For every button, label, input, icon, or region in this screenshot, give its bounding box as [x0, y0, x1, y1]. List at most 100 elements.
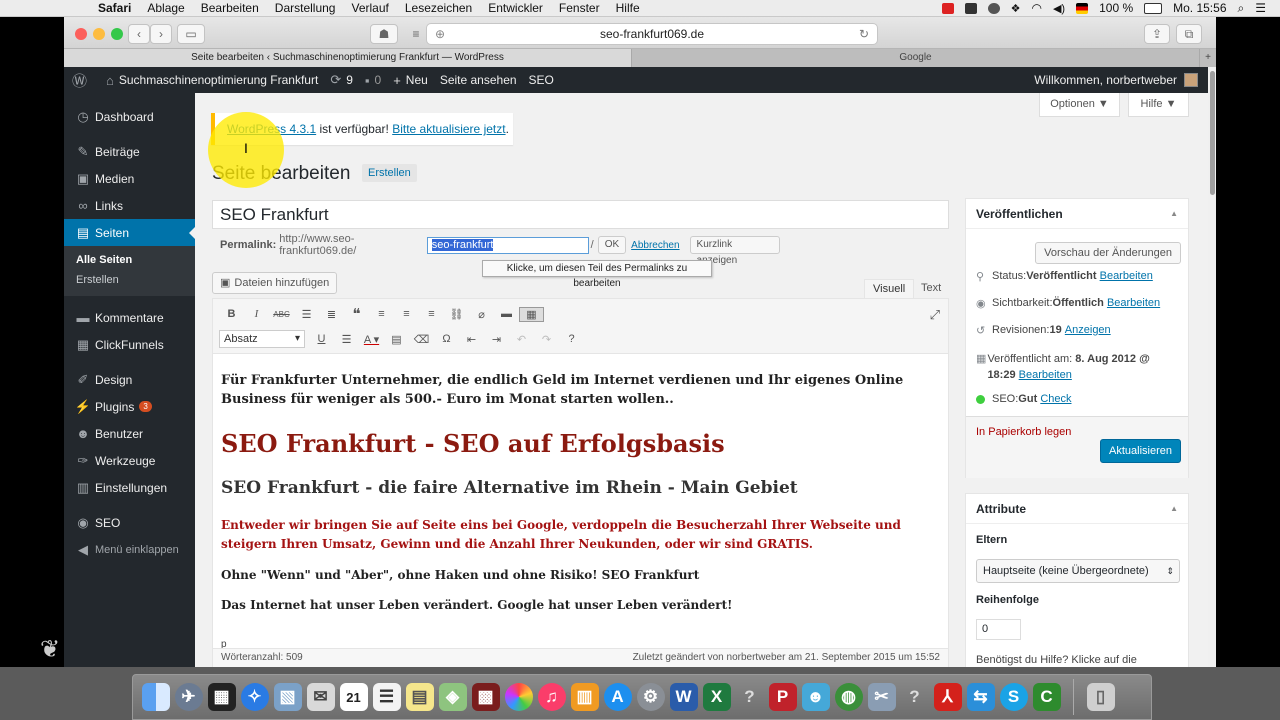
reminders-icon[interactable]: ☰ — [372, 683, 401, 711]
app-store-icon[interactable]: A — [603, 683, 632, 711]
tray-monitor-icon[interactable] — [964, 2, 977, 14]
slug-input[interactable]: seo-frankfurt — [426, 236, 589, 254]
underline-icon[interactable]: U — [309, 333, 334, 345]
blockquote-icon[interactable]: ❝ — [344, 305, 369, 323]
menu-darstellung[interactable]: Darstellung — [275, 1, 336, 15]
order-input[interactable]: 0 — [976, 619, 1021, 640]
parent-select[interactable]: Hauptseite (keine Übergeordnete) ⇕ — [976, 559, 1180, 583]
volume-icon[interactable]: ◀) — [1053, 2, 1065, 15]
sidebar-item-dashboard[interactable]: ◷ Dashboard — [64, 103, 195, 130]
unknown-app-icon-2[interactable]: ? — [901, 683, 929, 711]
submenu-all-pages[interactable]: Alle Seiten — [64, 250, 195, 270]
wifi-icon[interactable]: ◠ — [1031, 1, 1041, 15]
photo-booth-icon[interactable]: ▩ — [471, 683, 500, 711]
bullet-list-icon[interactable]: ☰ — [294, 308, 319, 321]
attributes-box-header[interactable]: Attribute ▲ — [966, 494, 1188, 524]
link-icon[interactable]: ⛓ — [444, 308, 469, 321]
wp-logo-button[interactable]: Ⓦ — [72, 70, 92, 91]
view-revisions-link[interactable]: Anzeigen — [1065, 324, 1111, 336]
unknown-app-icon[interactable]: ? — [736, 683, 764, 711]
indent-icon[interactable]: ⇥ — [484, 333, 509, 346]
align-center-icon[interactable]: ≡ — [394, 308, 419, 320]
forward-button[interactable]: › — [150, 24, 172, 44]
spotlight-icon[interactable]: ⌕ — [1238, 1, 1245, 16]
add-media-button[interactable]: ▣ Dateien hinzufügen — [212, 272, 338, 294]
edit-visibility-link[interactable]: Bearbeiten — [1107, 297, 1160, 309]
scrollbar-thumb[interactable] — [1209, 71, 1215, 195]
word-icon[interactable]: W — [669, 683, 698, 711]
ibooks-icon[interactable]: ▥ — [570, 683, 599, 711]
comments-link[interactable]: ▪ 0 — [365, 73, 381, 88]
sidebar-item-seo[interactable]: ◉ SEO — [64, 509, 195, 536]
site-name-link[interactable]: ⌂ Suchmaschinenoptimierung Frankfurt — [106, 73, 318, 88]
sidebar-item-pages[interactable]: ▤ Seiten — [64, 219, 195, 246]
maps-icon[interactable]: ◈ — [438, 683, 467, 711]
menu-ablage[interactable]: Ablage — [147, 1, 184, 15]
strikethrough-icon[interactable]: ABC — [269, 310, 294, 319]
submenu-add-new[interactable]: Erstellen — [64, 270, 195, 290]
menu-verlauf[interactable]: Verlauf — [351, 1, 388, 15]
edit-status-link[interactable]: Bearbeiten — [1100, 270, 1153, 282]
sidebar-item-tools[interactable]: ✑ Werkzeuge — [64, 447, 195, 474]
plus-circle-icon[interactable]: ⊕ — [435, 24, 445, 44]
teamviewer-icon[interactable]: ⇆ — [966, 683, 995, 711]
notes-icon[interactable]: ▤ — [405, 683, 434, 711]
menu-fenster[interactable]: Fenster — [559, 1, 600, 15]
calendar-icon[interactable]: 21 — [339, 683, 368, 711]
skype-icon[interactable]: S — [999, 683, 1028, 711]
finder-icon[interactable] — [141, 683, 170, 711]
paste-text-icon[interactable]: ▤ — [384, 333, 409, 346]
format-select[interactable]: Absatz — [219, 330, 305, 348]
close-window-button[interactable] — [75, 28, 87, 40]
undo-icon[interactable]: ↶ — [509, 333, 534, 346]
preview-changes-button[interactable]: Vorschau der Änderungen — [1035, 242, 1181, 264]
clock[interactable]: Mo. 15:56 — [1173, 1, 1226, 15]
excel-icon[interactable]: X — [702, 683, 731, 711]
collapse-toggle-icon[interactable]: ▲ — [1170, 494, 1178, 524]
camtasia-icon[interactable]: C — [1032, 683, 1061, 711]
view-page-link[interactable]: Seite ansehen — [440, 73, 517, 87]
battery-percent[interactable]: 100 % — [1099, 1, 1133, 15]
align-left-icon[interactable]: ≡ — [369, 308, 394, 320]
sidebar-item-posts[interactable]: ✎ Beiträge — [64, 138, 195, 165]
safari-icon[interactable]: ✧ — [240, 683, 269, 711]
post-title-input[interactable]: SEO Frankfurt — [212, 200, 949, 229]
utilities-icon[interactable]: ✂ — [867, 683, 896, 711]
address-bar[interactable]: ⊕ seo-frankfurt069.de ↻ — [426, 23, 878, 45]
tab-wordpress[interactable]: Seite bearbeiten ‹ Suchmaschinenoptimier… — [64, 49, 632, 67]
justify-icon[interactable]: ☰ — [334, 333, 359, 346]
sidebar-item-settings[interactable]: ▥ Einstellungen — [64, 474, 195, 501]
move-to-trash-link[interactable]: In Papierkorb legen — [976, 426, 1071, 438]
redo-icon[interactable]: ↷ — [534, 333, 559, 346]
sidebar-item-clickfunnels[interactable]: ▦ ClickFunnels — [64, 331, 195, 358]
tray-sync-icon[interactable] — [987, 2, 1000, 14]
numbered-list-icon[interactable]: ≣ — [319, 308, 344, 321]
unlink-icon[interactable]: ⌀ — [469, 308, 494, 321]
toolbar-toggle-icon[interactable]: ▦ — [519, 306, 544, 322]
clear-formatting-icon[interactable]: ⌫ — [409, 333, 434, 346]
collapse-toggle-icon[interactable]: ▲ — [1170, 199, 1178, 229]
menu-bearbeiten[interactable]: Bearbeiten — [201, 1, 259, 15]
trash-icon[interactable]: ▯ — [1086, 683, 1115, 711]
sidebar-item-plugins[interactable]: ⚡ Plugins 3 — [64, 393, 195, 420]
bold-icon[interactable]: B — [219, 308, 244, 320]
italic-icon[interactable]: I — [244, 308, 269, 320]
new-tab-button[interactable]: + — [1200, 49, 1216, 67]
special-character-icon[interactable]: Ω — [434, 333, 459, 345]
itunes-icon[interactable]: ♫ — [537, 683, 566, 711]
menu-safari[interactable]: Safari — [98, 1, 131, 15]
share-button[interactable]: ⇪ — [1144, 24, 1170, 44]
seo-adminbar-link[interactable]: SEO — [529, 73, 554, 87]
tray-app-icon[interactable] — [941, 2, 954, 14]
mission-control-icon[interactable]: ▦ — [207, 683, 236, 711]
new-content-link[interactable]: + Neu — [393, 73, 428, 88]
sidebar-item-comments[interactable]: ▬ Kommentare — [64, 304, 195, 331]
fullscreen-icon[interactable]: ⤢ — [930, 307, 940, 323]
page-scrollbar[interactable] — [1208, 67, 1216, 667]
add-new-page-button[interactable]: Erstellen — [362, 164, 417, 182]
tab-google[interactable]: Google — [632, 49, 1200, 67]
sidebar-item-design[interactable]: ✐ Design — [64, 366, 195, 393]
read-more-icon[interactable]: ▬ — [494, 308, 519, 320]
my-account-link[interactable]: Willkommen, norbertweber — [1034, 73, 1198, 87]
menu-hilfe[interactable]: Hilfe — [616, 1, 640, 15]
